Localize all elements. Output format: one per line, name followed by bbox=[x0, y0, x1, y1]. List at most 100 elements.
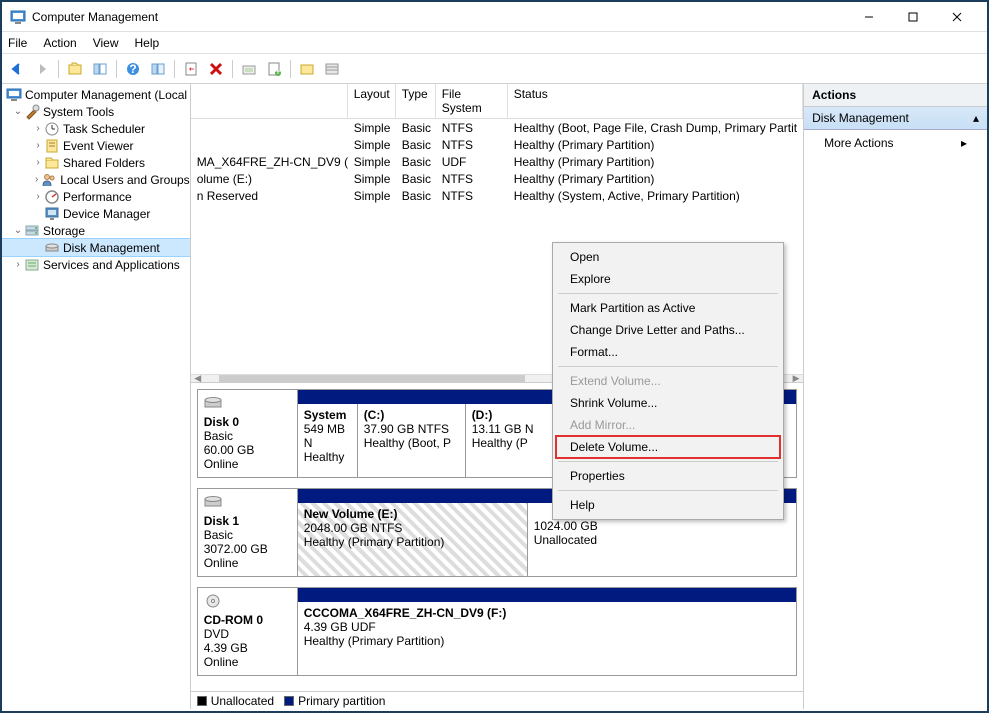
refresh-icon[interactable] bbox=[180, 58, 202, 80]
menu-help[interactable]: Help bbox=[135, 36, 160, 50]
cm-delete-volume[interactable]: Delete Volume... bbox=[556, 436, 780, 458]
col-layout[interactable]: Layout bbox=[348, 84, 396, 118]
partition[interactable]: (C:)37.90 GB NTFSHealthy (Boot, P bbox=[358, 404, 466, 477]
tree-shared-folders[interactable]: › Shared Folders bbox=[2, 154, 190, 171]
col-fs[interactable]: File System bbox=[436, 84, 508, 118]
tree-disk-management[interactable]: Disk Management bbox=[2, 239, 190, 256]
users-icon bbox=[41, 172, 57, 188]
disk-icon bbox=[204, 495, 222, 509]
partition[interactable]: CCCOMA_X64FRE_ZH-CN_DV9 (F:)4.39 GB UDFH… bbox=[298, 602, 796, 675]
col-volume[interactable] bbox=[191, 84, 348, 118]
tree-local-users[interactable]: › Local Users and Groups bbox=[2, 171, 190, 188]
actions-section[interactable]: Disk Management ▴ bbox=[804, 107, 987, 130]
chevron-right-icon: ▸ bbox=[961, 136, 967, 150]
volume-row[interactable]: MA_X64FRE_ZH-CN_DV9 (F:)SimpleBasicUDFHe… bbox=[191, 153, 803, 170]
actions-pane: Actions Disk Management ▴ More Actions ▸ bbox=[804, 84, 987, 709]
volume-row[interactable]: n ReservedSimpleBasicNTFSHealthy (System… bbox=[191, 187, 803, 204]
tree-pane: Computer Management (Local ⌄ System Tool… bbox=[2, 84, 191, 709]
expand-icon[interactable]: › bbox=[32, 174, 41, 185]
storage-icon bbox=[24, 223, 40, 239]
svg-text:+: + bbox=[274, 64, 281, 77]
col-type[interactable]: Type bbox=[396, 84, 436, 118]
tree-services[interactable]: › Services and Applications bbox=[2, 256, 190, 273]
disk-type: Basic bbox=[204, 528, 291, 542]
disk-status: Online bbox=[204, 457, 291, 471]
tb-icon-2[interactable]: + bbox=[263, 58, 285, 80]
delete-icon[interactable] bbox=[205, 58, 227, 80]
tree-label: Device Manager bbox=[63, 207, 150, 221]
tree-device-manager[interactable]: Device Manager bbox=[2, 205, 190, 222]
folder-icon bbox=[44, 155, 60, 171]
minimize-button[interactable] bbox=[847, 4, 891, 30]
volume-list-header: Layout Type File System Status bbox=[191, 84, 803, 119]
volume-row[interactable]: SimpleBasicNTFSHealthy (Boot, Page File,… bbox=[191, 119, 803, 136]
disk-name: Disk 0 bbox=[204, 415, 291, 429]
tree-performance[interactable]: › Performance bbox=[2, 188, 190, 205]
tree-label: Computer Management (Local bbox=[25, 88, 187, 102]
forward-button[interactable] bbox=[31, 58, 53, 80]
expand-icon[interactable]: › bbox=[32, 140, 44, 151]
svg-text:?: ? bbox=[129, 62, 136, 76]
tree-root[interactable]: Computer Management (Local bbox=[2, 86, 190, 103]
cm-properties[interactable]: Properties bbox=[556, 465, 780, 487]
context-menu: Open Explore Mark Partition as Active Ch… bbox=[552, 242, 784, 520]
tree-label: Storage bbox=[43, 224, 85, 238]
back-button[interactable] bbox=[6, 58, 28, 80]
tb-icon-4[interactable] bbox=[321, 58, 343, 80]
actions-more[interactable]: More Actions ▸ bbox=[804, 130, 987, 156]
disk-size: 60.00 GB bbox=[204, 443, 291, 457]
disk-label[interactable]: Disk 0 Basic 60.00 GB Online bbox=[198, 390, 298, 477]
legend: Unallocated Primary partition bbox=[191, 691, 803, 709]
volume-row[interactable]: olume (E:)SimpleBasicNTFSHealthy (Primar… bbox=[191, 170, 803, 187]
performance-icon bbox=[44, 189, 60, 205]
disk-mgmt-icon bbox=[44, 240, 60, 256]
properties-button[interactable] bbox=[147, 58, 169, 80]
expand-icon[interactable]: › bbox=[32, 123, 44, 134]
maximize-button[interactable] bbox=[891, 4, 935, 30]
tb-icon-3[interactable] bbox=[296, 58, 318, 80]
legend-swatch-unallocated bbox=[197, 696, 207, 706]
collapse-icon[interactable]: ⌄ bbox=[12, 225, 24, 236]
volume-row[interactable]: SimpleBasicNTFSHealthy (Primary Partitio… bbox=[191, 136, 803, 153]
tree-storage[interactable]: ⌄ Storage bbox=[2, 222, 190, 239]
cdrom-icon bbox=[204, 594, 222, 608]
expand-icon[interactable]: › bbox=[32, 191, 44, 202]
menu-view[interactable]: View bbox=[93, 36, 119, 50]
titlebar: Computer Management bbox=[2, 2, 987, 32]
tree-event-viewer[interactable]: › Event Viewer bbox=[2, 137, 190, 154]
show-hide-button[interactable] bbox=[89, 58, 111, 80]
device-icon bbox=[44, 206, 60, 222]
disk-label[interactable]: Disk 1 Basic 3072.00 GB Online bbox=[198, 489, 298, 576]
cm-shrink[interactable]: Shrink Volume... bbox=[556, 392, 780, 414]
up-button[interactable] bbox=[64, 58, 86, 80]
legend-swatch-primary bbox=[284, 696, 294, 706]
tree-label: Local Users and Groups bbox=[60, 173, 189, 187]
clock-icon bbox=[44, 121, 60, 137]
disk-type: DVD bbox=[204, 627, 291, 641]
expand-icon[interactable]: › bbox=[32, 157, 44, 168]
tree-system-tools[interactable]: ⌄ System Tools bbox=[2, 103, 190, 120]
tb-icon-1[interactable] bbox=[238, 58, 260, 80]
cm-mark-active[interactable]: Mark Partition as Active bbox=[556, 297, 780, 319]
disk-label[interactable]: CD-ROM 0 DVD 4.39 GB Online bbox=[198, 588, 298, 675]
tree-task-scheduler[interactable]: › Task Scheduler bbox=[2, 120, 190, 137]
close-button[interactable] bbox=[935, 4, 979, 30]
services-icon bbox=[24, 257, 40, 273]
menu-action[interactable]: Action bbox=[43, 36, 76, 50]
cm-format[interactable]: Format... bbox=[556, 341, 780, 363]
partition-selected[interactable]: New Volume (E:)2048.00 GB NTFSHealthy (P… bbox=[298, 503, 528, 576]
cm-change-letter[interactable]: Change Drive Letter and Paths... bbox=[556, 319, 780, 341]
col-status[interactable]: Status bbox=[508, 84, 803, 118]
cm-add-mirror: Add Mirror... bbox=[556, 414, 780, 436]
partition[interactable]: System549 MB NHealthy bbox=[298, 404, 358, 477]
cm-help[interactable]: Help bbox=[556, 494, 780, 516]
disk-status: Online bbox=[204, 655, 291, 669]
cm-explore[interactable]: Explore bbox=[556, 268, 780, 290]
cm-open[interactable]: Open bbox=[556, 246, 780, 268]
disk-row: CD-ROM 0 DVD 4.39 GB Online CCCOMA_X64FR… bbox=[197, 587, 797, 676]
collapse-icon[interactable]: ⌄ bbox=[12, 106, 24, 117]
help-button[interactable]: ? bbox=[122, 58, 144, 80]
tree-label: Disk Management bbox=[63, 241, 160, 255]
expand-icon[interactable]: › bbox=[12, 259, 24, 270]
menu-file[interactable]: File bbox=[8, 36, 27, 50]
